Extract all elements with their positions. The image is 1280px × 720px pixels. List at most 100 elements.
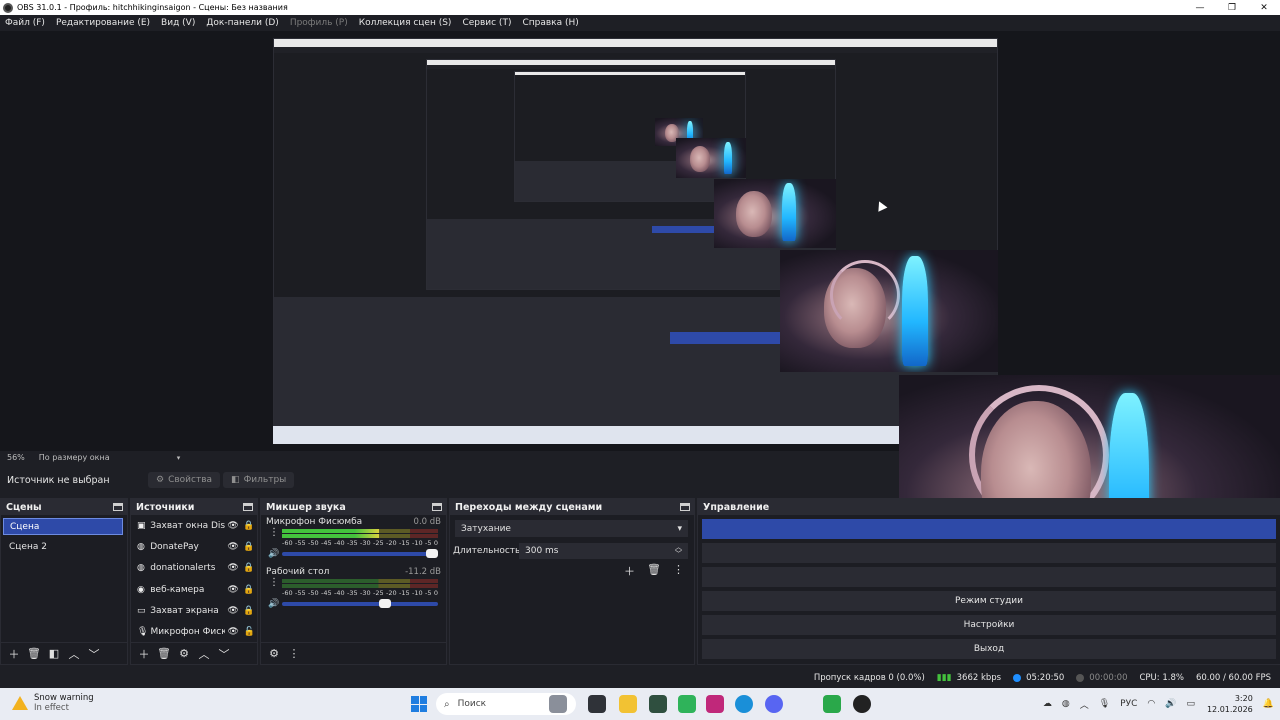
close-button[interactable]: ✕ xyxy=(1248,0,1280,15)
more-options-icon[interactable]: ⋮ xyxy=(285,647,303,660)
lock-icon[interactable]: 🔒 xyxy=(241,563,257,573)
media-app-icon[interactable] xyxy=(649,695,667,713)
add-icon[interactable]: ＋ xyxy=(5,646,23,662)
duration-input[interactable]: 300 ms ︿ ﹀ xyxy=(519,543,688,559)
folder-icon[interactable] xyxy=(619,695,637,713)
add-icon[interactable]: ＋ xyxy=(135,646,153,662)
eye-icon[interactable]: 👁 xyxy=(225,585,241,595)
stop-streaming-button[interactable] xyxy=(702,519,1276,539)
menu-docks[interactable]: Док-панели (D) xyxy=(206,18,278,28)
scene-item[interactable]: Сцена 2 xyxy=(3,538,123,555)
volume-icon[interactable]: 🔊 xyxy=(1165,699,1176,709)
sources-footer: ＋ 🗑 ⚙ ︿ ﹀ xyxy=(131,642,257,664)
undock-icon[interactable] xyxy=(243,503,253,511)
undock-icon[interactable] xyxy=(432,503,442,511)
eye-icon[interactable]: 👁 xyxy=(225,606,241,616)
advanced-audio-icon[interactable]: ⚙ xyxy=(265,647,283,660)
lock-icon[interactable]: 🔒 xyxy=(241,606,257,616)
recording-button[interactable] xyxy=(702,543,1276,563)
language-indicator[interactable]: РУС xyxy=(1120,699,1137,709)
obs-taskbar-icon[interactable] xyxy=(853,695,871,713)
move-down-icon[interactable]: ﹀ xyxy=(215,646,233,662)
source-item[interactable]: ◉ веб-камера 👁 🔒 xyxy=(131,579,257,600)
preview-canvas[interactable] xyxy=(273,38,998,444)
settings-button[interactable]: Настройки xyxy=(702,615,1276,635)
move-down-icon[interactable]: ﹀ xyxy=(85,646,103,662)
chevron-up-icon[interactable]: ︿ xyxy=(1080,698,1089,711)
filters-button[interactable]: ◧ Фильтры xyxy=(223,472,295,488)
filters-label: Фильтры xyxy=(243,475,287,485)
menu-help[interactable]: Справка (H) xyxy=(522,18,578,28)
undock-icon[interactable] xyxy=(113,503,123,511)
discord-icon[interactable] xyxy=(765,695,783,713)
transition-select[interactable]: Затухание ▾ xyxy=(455,520,688,537)
source-item[interactable]: ▣ Захват окна Disc 👁 🔒 xyxy=(131,515,257,536)
gear-icon[interactable]: ⚙ xyxy=(175,647,193,660)
exit-button[interactable]: Выход xyxy=(702,639,1276,659)
battery-icon[interactable]: ▭ xyxy=(1186,699,1195,709)
add-icon[interactable]: ＋ xyxy=(624,563,635,579)
clock-time: 3:20 xyxy=(1234,694,1253,703)
source-item[interactable]: ◍ donationalerts 👁 🔒 xyxy=(131,558,257,579)
menu-profile[interactable]: Профиль (P) xyxy=(290,18,348,28)
preview-taskbar-strip xyxy=(273,426,998,444)
trash-icon[interactable]: 🗑 xyxy=(647,563,661,579)
stepper-icon[interactable]: ︿ ﹀ xyxy=(675,544,682,558)
restore-button[interactable]: ❐ xyxy=(1216,0,1248,15)
eye-icon[interactable]: 👁 xyxy=(225,563,241,573)
controls-dock: Управление Режим студии Настройки Выход xyxy=(697,498,1280,665)
move-up-icon[interactable]: ︿ xyxy=(195,646,213,662)
eye-icon[interactable]: 👁 xyxy=(225,542,241,552)
chevron-down-icon[interactable]: ▾ xyxy=(177,454,181,462)
weather-widget[interactable]: Snow warning In effect xyxy=(12,693,94,713)
studio-mode-button[interactable]: Режим студии xyxy=(702,591,1276,611)
onedrive-icon[interactable]: ☁ xyxy=(1043,699,1052,709)
xbox-icon[interactable] xyxy=(678,695,696,713)
lock-icon[interactable]: 🔓 xyxy=(241,627,257,637)
lock-icon[interactable]: 🔒 xyxy=(241,585,257,595)
trash-icon[interactable]: 🗑 xyxy=(155,647,173,660)
move-up-icon[interactable]: ︿ xyxy=(65,646,83,662)
app-icon[interactable] xyxy=(823,695,841,713)
no-source-label: Источник не выбран xyxy=(7,474,110,486)
edge-icon[interactable] xyxy=(735,695,753,713)
notification-icon[interactable]: 🔔 xyxy=(1263,699,1274,709)
wifi-icon[interactable]: ◠ xyxy=(1147,699,1155,709)
eye-icon[interactable]: 👁 xyxy=(225,521,241,531)
start-icon[interactable] xyxy=(411,696,427,712)
more-options-icon[interactable]: ⋮ xyxy=(673,563,684,579)
terminal-icon[interactable] xyxy=(588,695,606,713)
zoom-mode-select[interactable]: По размеру окна xyxy=(39,453,169,462)
menu-scene-collection[interactable]: Коллекция сцен (S) xyxy=(359,18,452,28)
lock-icon[interactable]: 🔒 xyxy=(241,521,257,531)
volume-slider[interactable] xyxy=(282,599,438,608)
source-item[interactable]: ◍ DonatePay 👁 🔒 xyxy=(131,536,257,557)
app-icon[interactable] xyxy=(706,695,724,713)
menu-view[interactable]: Вид (V) xyxy=(161,18,195,28)
virtual-camera-button[interactable] xyxy=(702,567,1276,587)
minimize-button[interactable]: — xyxy=(1184,0,1216,15)
source-item[interactable]: ▭ Захват экрана 👁 🔒 xyxy=(131,600,257,621)
more-options-icon[interactable]: ⋮ xyxy=(266,528,282,547)
trash-icon[interactable]: 🗑 xyxy=(25,647,43,660)
undock-icon[interactable] xyxy=(680,503,690,511)
mic-icon[interactable]: 🎙 xyxy=(1099,699,1110,709)
filter-icon[interactable]: ◧ xyxy=(45,647,63,660)
clock[interactable]: 3:20 12.01.2026 xyxy=(1207,693,1253,715)
app-tray-icon[interactable]: ◍ xyxy=(1062,699,1070,709)
filter-icon: ◧ xyxy=(231,475,240,485)
gear-icon: ⚙ xyxy=(156,475,165,485)
widget-app-icon[interactable] xyxy=(549,695,567,713)
speaker-icon[interactable]: 🔊 xyxy=(266,549,282,559)
properties-button[interactable]: ⚙ Свойства xyxy=(148,472,221,488)
menu-edit[interactable]: Редактирование (E) xyxy=(56,18,150,28)
eye-icon[interactable]: 👁 xyxy=(225,627,241,637)
menu-file[interactable]: Файл (F) xyxy=(5,18,45,28)
menu-tools[interactable]: Сервис (T) xyxy=(462,18,511,28)
lock-icon[interactable]: 🔒 xyxy=(241,542,257,552)
volume-slider[interactable] xyxy=(282,549,438,558)
speaker-icon[interactable]: 🔊 xyxy=(266,599,282,609)
source-item[interactable]: 🎙 Микрофон Фиск 👁 🔓 xyxy=(131,621,257,642)
more-options-icon[interactable]: ⋮ xyxy=(266,578,282,597)
scene-item[interactable]: Сцена xyxy=(3,518,123,535)
